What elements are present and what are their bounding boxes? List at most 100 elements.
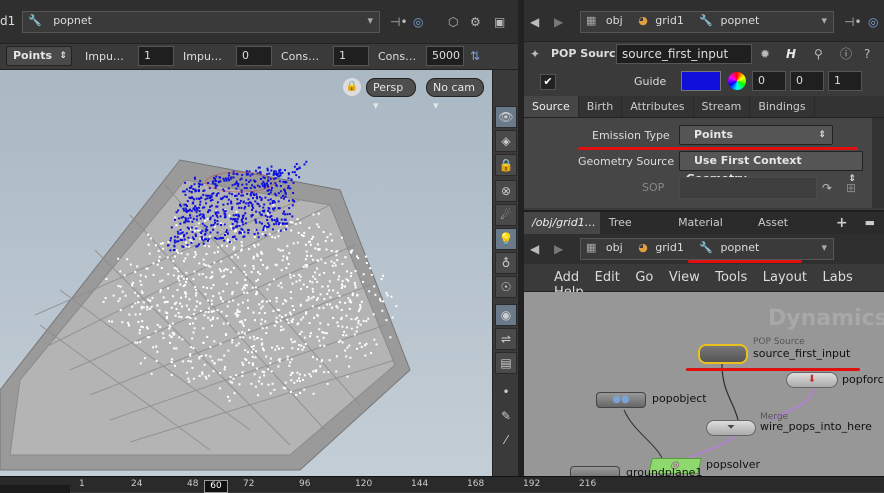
timeline-ruler[interactable]: 1 24 48 60 72 96 120 144 168 [0,476,518,493]
dot-icon[interactable]: • [495,382,517,404]
current-frame[interactable]: 60 [204,480,228,493]
particle [320,258,323,261]
light-icon[interactable]: 💡 [495,228,517,250]
guide-color-swatch[interactable] [681,71,721,91]
back-arrow-icon[interactable]: ◀ [530,239,539,259]
ghost-icon[interactable]: ◈ [495,130,517,152]
const-field-2[interactable]: 5000 [426,46,464,66]
particle [156,323,159,326]
back-arrow-icon[interactable]: ◀ [530,12,539,32]
merge-node[interactable]: ⏷ [706,420,756,436]
particle [316,314,319,316]
render-icon[interactable]: ⚙ [470,12,481,32]
tab-bindings[interactable]: Bindings [750,96,815,117]
menu-labs[interactable]: Labs [822,270,852,285]
gear-icon[interactable]: ✹ [760,44,770,64]
particle [357,310,360,313]
node-picker-icon[interactable]: ⊞ [846,178,856,198]
target-icon[interactable]: ◎ [868,12,878,32]
particle [305,299,308,302]
guide-g-field[interactable]: 0 [790,71,824,91]
guide-checkbox[interactable]: ✔ [540,74,556,90]
snap-icon[interactable]: ⊗ [495,180,517,202]
node-name-field[interactable]: source_first_input [616,44,752,64]
tab-network[interactable]: /obj/grid1… × [524,212,601,251]
particle [347,297,350,300]
render-region-icon[interactable]: ▤ [495,352,517,374]
add-tab-icon[interactable]: + [828,212,857,234]
pane-menu-icon[interactable]: ▬ [857,212,884,234]
particle [354,270,357,272]
pin-icon[interactable]: ⊣• [844,12,862,32]
path-dropdown[interactable]: 🔧 popnet ▾ [22,11,380,33]
menu-view[interactable]: View [669,270,700,285]
particle [243,270,246,273]
settings-sliders-icon[interactable]: ⇅ [470,46,480,66]
picker-icon[interactable]: ⁄ [495,430,517,452]
tab-asset-browser[interactable]: Asset Bro… × [750,212,828,251]
network-canvas[interactable]: Dynamics POP Source source_first_input ⬇… [524,292,884,476]
target-icon[interactable]: ◎ [413,12,423,32]
particle [268,233,271,236]
info-icon[interactable]: ⓘ [840,44,852,64]
popsource-node[interactable] [698,344,748,364]
menu-edit[interactable]: Edit [595,270,620,285]
lock-tool-icon[interactable]: 🔒 [495,154,517,176]
help-icon[interactable]: ? [864,44,870,64]
forward-arrow-icon[interactable]: ▶ [554,12,563,32]
eye-icon[interactable]: 👁 [495,106,517,128]
popobject-node[interactable]: ●● [596,392,646,408]
tab-birth[interactable]: Birth [579,96,623,117]
groundplane-node[interactable] [570,466,620,476]
persp-dropdown[interactable]: Persp ▾ [366,78,416,112]
particle [316,223,319,226]
impulse-field-1[interactable]: 1 [138,46,174,66]
menu-tools[interactable]: Tools [715,270,747,285]
menu-layout[interactable]: Layout [763,270,807,285]
particle [207,316,210,319]
color-wheel-icon[interactable] [728,72,746,90]
search-icon[interactable]: ⚲ [814,44,823,64]
camera-icon[interactable]: ◉ [495,304,517,326]
sop-field[interactable] [679,177,817,199]
tab-material-palette[interactable]: Material P… × [670,212,751,251]
particle [322,336,325,339]
particle [289,374,292,376]
particle [186,277,188,280]
flip-icon[interactable]: ⇌ [495,328,517,350]
tab-tree-view[interactable]: Tree View × [601,212,671,251]
popforce-node[interactable]: ⬇ [786,372,838,388]
guide-b-field[interactable]: 1 [828,71,862,91]
network-path-dropdown[interactable]: ▦ obj ◕ grid1 🔧 popnet ▾ [580,238,834,260]
jump-arrow-icon[interactable]: ↷ [822,178,832,198]
impulse-field-2[interactable]: 0 [236,46,272,66]
viewport[interactable]: 🔒 Persp ▾ No cam ▾ [0,70,492,476]
bone-icon[interactable]: ☄ [495,204,517,226]
geometry-source-select[interactable]: Use First Context Geometry ⇕ [679,151,863,185]
menu-add[interactable]: Add [554,270,579,285]
param-path-dropdown[interactable]: ▦ obj ◕ grid1 🔧 popnet ▾ [580,11,834,33]
guide-r-field[interactable]: 0 [752,71,786,91]
emission-type-select[interactable]: Points ⇕ [679,125,833,145]
param-scrollbar[interactable] [872,118,884,208]
particle [242,324,245,327]
pencil-icon[interactable]: ✎ [495,406,517,428]
pin-icon[interactable]: ⊣• [390,12,408,32]
mode-select[interactable]: Points ⇕ [6,46,72,66]
tab-source[interactable]: Source [524,96,579,117]
menu-go[interactable]: Go [635,270,653,285]
particle [264,234,267,237]
popsource-type-label: POP Source [753,337,805,347]
lock-icon[interactable]: 🔒 [343,78,361,96]
const-field-1[interactable]: 1 [333,46,369,66]
forward-arrow-icon[interactable]: ▶ [554,239,563,259]
camera-dropdown[interactable]: No cam ▾ [426,78,484,112]
display-icon[interactable]: ▣ [494,12,505,32]
help-h-icon[interactable]: H [786,44,796,64]
tab-attributes[interactable]: Attributes [622,96,694,117]
particle [190,346,193,349]
tab-stream[interactable]: Stream [694,96,751,117]
headlight-icon[interactable]: ☉ [495,276,517,298]
cube-icon[interactable]: ⬡ [448,12,458,32]
bulb-icon[interactable]: ♁ [495,252,517,274]
